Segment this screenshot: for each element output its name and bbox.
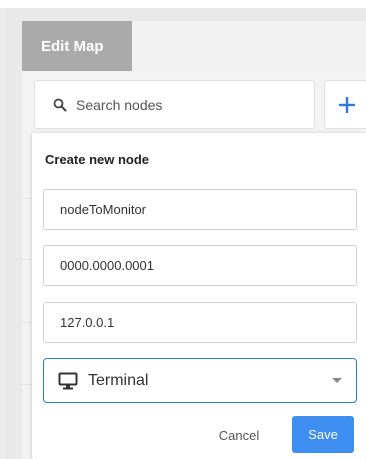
edit-map-tab[interactable]: Edit Map	[22, 21, 132, 71]
monitor-icon	[58, 372, 78, 389]
search-placeholder: Search nodes	[76, 96, 163, 113]
mac-address-field[interactable]: 0000.0000.0001	[43, 245, 357, 286]
chevron-down-icon	[332, 378, 342, 383]
plus-icon	[339, 96, 355, 113]
ip-address-field[interactable]: 127.0.0.1	[43, 302, 357, 343]
create-node-card	[32, 133, 366, 459]
add-node-button[interactable]	[324, 80, 366, 129]
search-icon	[53, 98, 67, 111]
cancel-label: Cancel	[218, 427, 260, 443]
ip-address-value: 127.0.0.1	[60, 315, 115, 330]
mac-address-value: 0000.0000.0001	[60, 258, 154, 273]
node-name-value: nodeToMonitor	[60, 202, 146, 217]
save-button[interactable]: Save	[292, 416, 354, 453]
save-label: Save	[308, 427, 338, 442]
node-type-value: Terminal	[88, 371, 149, 389]
edit-map-tab-label: Edit Map	[41, 37, 104, 55]
search-input[interactable]: Search nodes	[34, 80, 315, 129]
create-node-title: Create new node	[45, 152, 150, 167]
node-name-field[interactable]: nodeToMonitor	[43, 189, 357, 230]
cancel-button[interactable]: Cancel	[204, 417, 274, 453]
node-type-select[interactable]: Terminal	[43, 358, 357, 403]
top-bar	[0, 0, 366, 8]
